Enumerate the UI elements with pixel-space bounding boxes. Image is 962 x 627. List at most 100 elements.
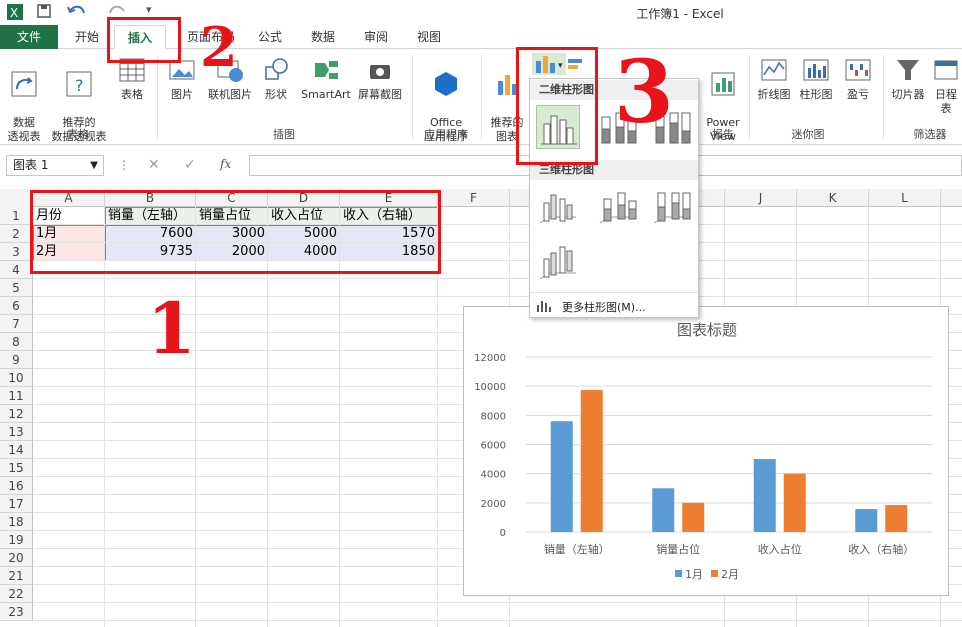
x-tick-label: 销量占位 xyxy=(656,542,700,556)
smartart-button[interactable]: SmartArt xyxy=(298,55,354,102)
3d-clustered-column-option[interactable] xyxy=(536,185,580,229)
chart-title: 图表标题 xyxy=(677,321,737,339)
pivot-table-icon xyxy=(11,71,37,97)
row-header-23[interactable]: 23 xyxy=(0,603,33,621)
more-column-charts-option[interactable]: 更多柱形图(M)... xyxy=(536,297,694,315)
tab-file[interactable]: 文件 xyxy=(0,25,58,49)
row-header-10[interactable]: 10 xyxy=(0,369,33,387)
slicer-button[interactable]: 切片器 xyxy=(888,55,928,102)
shapes-icon xyxy=(265,58,288,80)
group-label-reports: 报告 xyxy=(712,128,734,141)
row-header-6[interactable]: 6 xyxy=(0,297,33,315)
column-chart: 图表标题 0 2000 4000 6000 8000 10000 12000 销量（左轴） 销量占… xyxy=(474,321,932,581)
row-header-22[interactable]: 22 xyxy=(0,585,33,603)
chart-bar xyxy=(885,505,908,532)
tab-home[interactable]: 开始 xyxy=(66,25,108,49)
row-header-8[interactable]: 8 xyxy=(0,333,33,351)
row-header-4[interactable]: 4 xyxy=(0,261,33,279)
legend-label: 1月 xyxy=(685,568,703,581)
row-header-1[interactable]: 1 xyxy=(0,207,33,225)
row-header-12[interactable]: 12 xyxy=(0,405,33,423)
row-header-17[interactable]: 17 xyxy=(0,495,33,513)
window-title: 工作簿1 - Excel xyxy=(636,7,724,21)
row-header-19[interactable]: 19 xyxy=(0,531,33,549)
tab-data[interactable]: 数据 xyxy=(303,25,343,49)
recommended-pivot-icon: ? xyxy=(66,71,92,97)
column-header-k[interactable]: K xyxy=(797,189,869,207)
chevron-down-icon[interactable]: ▼ xyxy=(90,156,98,175)
name-box[interactable]: 图表 1 ▼ xyxy=(6,155,104,176)
row-header-16[interactable]: 16 xyxy=(0,477,33,495)
row-header-20[interactable]: 20 xyxy=(0,549,33,567)
save-icon[interactable] xyxy=(36,3,52,23)
embedded-chart[interactable]: 图表标题 0 2000 4000 6000 8000 10000 12000 销量（左轴） 销量占… xyxy=(463,306,949,596)
slicer-icon xyxy=(897,60,919,80)
function-icon[interactable]: fx xyxy=(220,157,231,171)
cancel-icon[interactable]: ✕ xyxy=(148,157,160,173)
chart-bar xyxy=(682,502,705,532)
undo-icon[interactable] xyxy=(66,3,90,23)
sparkline-line-icon xyxy=(761,59,787,81)
more-dots-icon: ⋮ xyxy=(118,158,130,172)
sparkline-line-button[interactable]: 折线图 xyxy=(754,55,794,102)
row-header-13[interactable]: 13 xyxy=(0,423,33,441)
row-header-18[interactable]: 18 xyxy=(0,513,33,531)
y-tick-label: 12000 xyxy=(474,353,506,364)
y-tick-label: 6000 xyxy=(481,441,506,452)
row-header-3[interactable]: 3 xyxy=(0,243,33,261)
chart-bar xyxy=(580,390,603,532)
dropdown-divider xyxy=(530,292,698,293)
column-header-f[interactable]: F xyxy=(438,189,510,207)
legend-swatch xyxy=(711,570,718,577)
3d-stacked-column-option[interactable] xyxy=(596,185,640,229)
ribbon-separator xyxy=(883,55,884,139)
row-header-14[interactable]: 14 xyxy=(0,441,33,459)
tab-review[interactable]: 审阅 xyxy=(356,25,396,49)
tab-view[interactable]: 视图 xyxy=(409,25,449,49)
sparkline-column-button[interactable]: 柱形图 xyxy=(796,55,836,102)
svg-text:?: ? xyxy=(75,76,84,95)
ribbon-separator xyxy=(481,55,482,139)
column-header-j[interactable]: J xyxy=(725,189,797,207)
y-tick-label: 0 xyxy=(500,528,506,539)
row-header-15[interactable]: 15 xyxy=(0,459,33,477)
3d-clustered-column-icon xyxy=(539,194,576,224)
confirm-icon[interactable]: ✓ xyxy=(184,157,196,173)
annotation-box-insert-tab xyxy=(107,17,181,63)
select-all-corner[interactable] xyxy=(0,189,33,207)
formula-bar: 图表 1 ▼ ⋮ ✕ ✓ fx xyxy=(0,150,962,180)
more-charts-icon xyxy=(537,301,551,312)
row-header-2[interactable]: 2 xyxy=(0,225,33,243)
grid-row-line xyxy=(33,278,962,279)
annotation-number-1: 1 xyxy=(147,287,196,370)
ribbon-separator xyxy=(157,55,158,139)
svg-text:X: X xyxy=(10,6,18,20)
sparkline-winloss-button[interactable]: 盈亏 xyxy=(840,55,876,102)
chart-bar xyxy=(550,421,573,532)
timeline-button[interactable]: 日程表 xyxy=(930,55,962,116)
grid-row-line xyxy=(33,620,962,621)
tab-formulas[interactable]: 公式 xyxy=(250,25,290,49)
customize-qat-icon[interactable]: ▾ xyxy=(146,3,152,16)
row-header-11[interactable]: 11 xyxy=(0,387,33,405)
row-header-21[interactable]: 21 xyxy=(0,567,33,585)
shapes-button[interactable]: 形状 xyxy=(260,55,292,102)
3d-percent-stacked-column-option[interactable] xyxy=(650,185,694,229)
timeline-icon xyxy=(934,60,958,80)
screenshot-button[interactable]: 屏幕截图 xyxy=(354,55,406,102)
3d-column-option[interactable] xyxy=(536,239,580,283)
y-tick-label: 2000 xyxy=(481,499,506,510)
pivot-table-button[interactable]: 数据 透视表 xyxy=(4,55,44,144)
row-header-7[interactable]: 7 xyxy=(0,315,33,333)
ribbon-separator xyxy=(412,55,413,139)
y-tick-label: 4000 xyxy=(481,470,506,481)
chart-bar xyxy=(855,509,878,532)
annotation-box-chart-options xyxy=(516,47,598,165)
annotation-box-data-range xyxy=(30,190,441,274)
column-header-l[interactable]: L xyxy=(869,189,941,207)
grid-row-line xyxy=(33,602,962,603)
group-label-apps: 应用程序 xyxy=(424,128,468,141)
x-tick-label: 收入占位 xyxy=(758,542,802,556)
row-header-9[interactable]: 9 xyxy=(0,351,33,369)
row-header-5[interactable]: 5 xyxy=(0,279,33,297)
